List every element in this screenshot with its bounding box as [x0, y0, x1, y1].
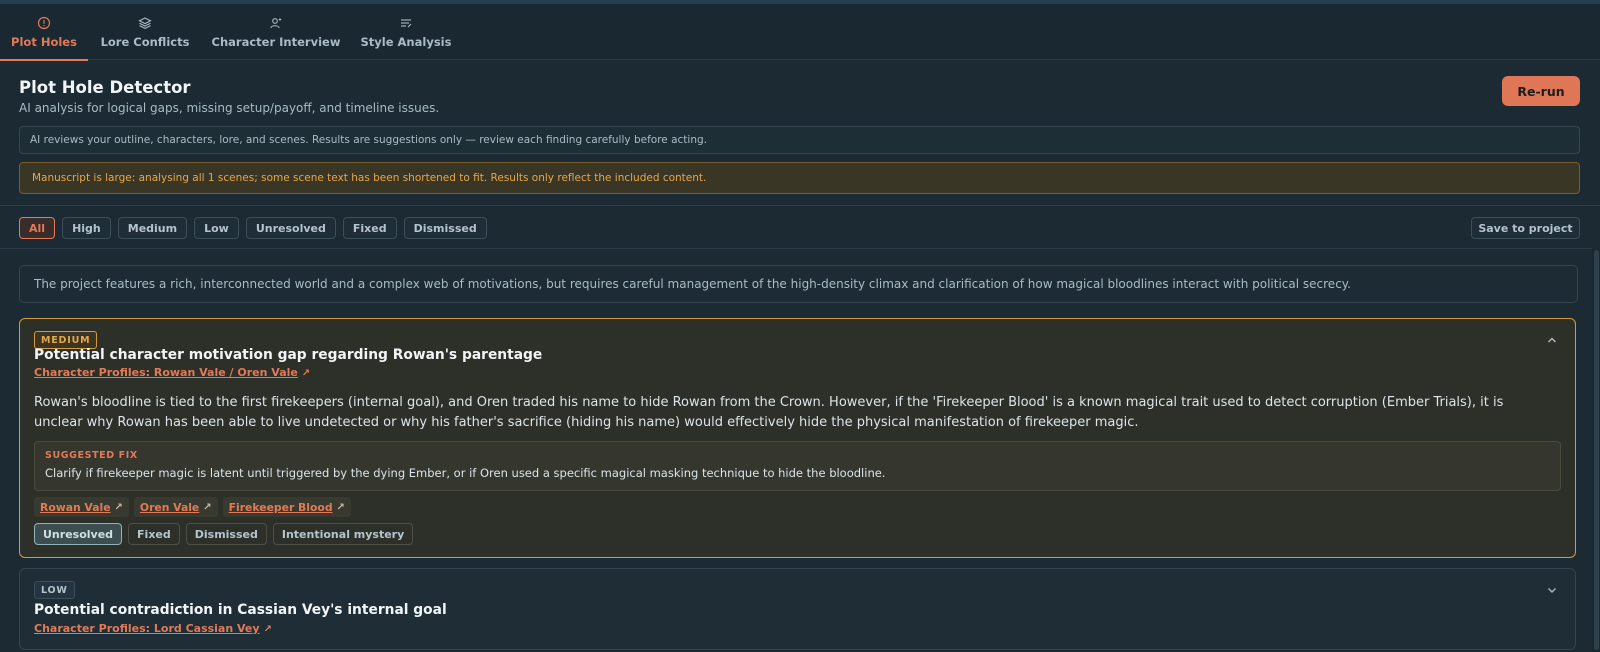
alert-circle-icon [37, 16, 51, 29]
finding-reference-link[interactable]: Character Profiles: Lord Cassian Vey ↗ [34, 622, 272, 635]
text-lines-icon [401, 18, 412, 27]
rerun-button[interactable]: Re-run [1502, 76, 1580, 106]
status-dismissed-button[interactable]: Dismissed [185, 523, 267, 545]
filter-low[interactable]: Low [194, 217, 239, 239]
tab-character-interview[interactable]: Character Interview [210, 4, 342, 60]
fix-text: Clarify if firekeeper magic is latent un… [45, 466, 886, 480]
finding-description: Rowan's bloodline is tied to the first f… [34, 395, 1504, 430]
external-link-icon: ↗ [114, 501, 123, 513]
tag-label: Firekeeper Blood [228, 500, 333, 514]
external-link-icon: ↗ [203, 501, 212, 513]
tab-lore-conflicts[interactable]: Lore Conflicts [98, 4, 192, 60]
page-subtitle: AI analysis for logical gaps, missing se… [19, 101, 440, 115]
divider [0, 248, 1600, 249]
chevron-up-icon[interactable] [1543, 331, 1561, 349]
severity-badge: LOW [34, 581, 75, 599]
finding-title: Potential contradiction in Cassian Vey's… [34, 602, 447, 618]
tab-label: Character Interview [211, 34, 341, 49]
save-to-project-button[interactable]: Save to project [1471, 217, 1580, 239]
tag-label: Oren Vale [139, 500, 200, 514]
ai-notice: AI reviews your outline, characters, lor… [19, 126, 1580, 154]
finding-title: Potential character motivation gap regar… [34, 347, 543, 363]
reference-label: Character Profiles: Rowan Vale / Oren Va… [34, 366, 298, 379]
reference-label: Character Profiles: Lord Cassian Vey [34, 622, 260, 635]
tab-label: Plot Holes [11, 34, 77, 49]
manuscript-warning: Manuscript is large: analysing all 1 sce… [19, 162, 1580, 194]
tab-bar: Plot Holes Lore Conflicts Character Inte… [0, 4, 1600, 61]
tab-label: Style Analysis [360, 34, 452, 49]
divider [0, 205, 1600, 206]
status-fixed-button[interactable]: Fixed [128, 523, 180, 545]
tag-label: Rowan Vale [40, 500, 111, 514]
tag-firekeeper-blood[interactable]: Firekeeper Blood ↗ [222, 497, 351, 517]
filter-fixed[interactable]: Fixed [342, 217, 397, 239]
tag-oren-vale[interactable]: Oren Vale ↗ [133, 497, 218, 517]
finding-card: LOW Potential contradiction in Cassian V… [19, 568, 1576, 650]
filter-high[interactable]: High [62, 217, 111, 239]
status-unresolved-button[interactable]: Unresolved [34, 523, 123, 545]
external-link-icon: ↗ [301, 368, 311, 379]
fix-label: SUGGESTED FIX [45, 450, 138, 461]
filter-unresolved[interactable]: Unresolved [245, 217, 336, 239]
finding-reference-link[interactable]: Character Profiles: Rowan Vale / Oren Va… [34, 366, 310, 379]
status-buttons: Unresolved Fixed Dismissed Intentional m… [34, 523, 414, 545]
external-link-icon: ↗ [263, 624, 272, 635]
suggested-fix: SUGGESTED FIX Clarify if firekeeper magi… [34, 441, 1561, 491]
external-link-icon: ↗ [336, 501, 345, 513]
status-intentional-mystery-button[interactable]: Intentional mystery [272, 523, 414, 545]
filter-dismissed[interactable]: Dismissed [403, 217, 487, 239]
finding-card: MEDIUM Potential character motivation ga… [19, 318, 1576, 558]
tab-style-analysis[interactable]: Style Analysis [358, 4, 454, 60]
filter-all[interactable]: All [19, 217, 56, 239]
chevron-down-icon[interactable] [1543, 581, 1561, 599]
analysis-summary: The project features a rich, interconnec… [19, 265, 1578, 303]
page-title: Plot Hole Detector [19, 78, 191, 97]
filter-bar: All High Medium Low Unresolved Fixed Dis… [19, 217, 487, 239]
user-sparkle-icon [270, 17, 282, 28]
tab-plot-holes[interactable]: Plot Holes [0, 4, 88, 61]
layers-icon [138, 16, 152, 29]
tag-rowan-vale[interactable]: Rowan Vale ↗ [34, 497, 129, 517]
scrollbar-thumb[interactable] [1594, 250, 1599, 650]
tab-label: Lore Conflicts [100, 34, 190, 49]
entity-tags: Rowan Vale ↗ Oren Vale ↗ Firekeeper Blood ↗ [34, 497, 351, 517]
filter-medium[interactable]: Medium [117, 217, 188, 239]
